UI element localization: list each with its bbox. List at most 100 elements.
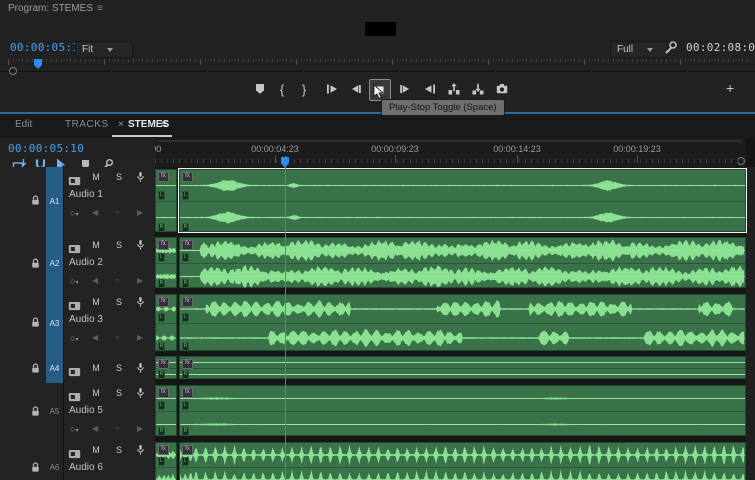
timeline-playhead-head[interactable] — [280, 156, 291, 169]
mute-button[interactable]: M — [90, 445, 102, 455]
prev-keyframe-button[interactable]: ◀ — [92, 276, 98, 285]
ruler-tick — [109, 59, 110, 62]
solo-button[interactable]: S — [113, 363, 125, 373]
mute-button[interactable]: M — [90, 363, 102, 373]
track-lock-icon[interactable] — [29, 405, 42, 423]
add-keyframe-button[interactable]: ○ — [115, 424, 120, 433]
solo-button[interactable]: S — [113, 297, 125, 307]
add-keyframe-button[interactable]: ○ — [115, 276, 120, 285]
add-keyframe-button[interactable]: ○ — [115, 333, 120, 342]
mute-button[interactable]: M — [90, 240, 102, 250]
audio-clip[interactable]: LRfx — [155, 385, 177, 436]
track-target-a3[interactable]: A3 — [46, 292, 64, 354]
solo-button[interactable]: S — [113, 445, 125, 455]
program-scrubber[interactable] — [0, 58, 755, 72]
next-keyframe-button[interactable]: ▶ — [137, 208, 143, 217]
track-lock-icon[interactable] — [29, 461, 42, 479]
audio-clip[interactable]: LRfx — [155, 356, 177, 379]
prev-keyframe-button[interactable]: ◀ — [92, 424, 98, 433]
track-lane-a4[interactable]: LRfxLRfx — [155, 354, 746, 383]
source-patch-icon[interactable] — [68, 364, 81, 382]
audio-clip[interactable]: LRfx — [155, 442, 177, 480]
timeline-timecode[interactable]: 00:00:05:10 — [8, 142, 84, 155]
playback-resolution-select[interactable]: Full — [610, 41, 668, 58]
solo-button[interactable]: S — [113, 172, 125, 182]
tab-menu-icon[interactable]: ≡ — [161, 119, 167, 130]
panel-menu-icon[interactable]: ≡ — [97, 3, 103, 14]
step-back-button[interactable] — [346, 79, 366, 99]
lift-button[interactable] — [444, 79, 464, 99]
track-target-a6[interactable]: A6 — [46, 440, 64, 480]
program-settings-wrench-icon[interactable] — [663, 40, 678, 60]
scrollbar-handle[interactable] — [9, 67, 17, 75]
keyframe-type-button[interactable]: ○▾ — [70, 424, 78, 434]
voiceover-mic-icon[interactable] — [135, 444, 146, 462]
audio-clip[interactable]: LRfx — [179, 169, 746, 232]
audio-clip[interactable]: LRfx — [155, 169, 177, 232]
next-keyframe-button[interactable]: ▶ — [137, 276, 143, 285]
mute-button[interactable]: M — [90, 297, 102, 307]
track-lane-a3[interactable]: LRfxLRfx — [155, 292, 746, 354]
tab-close-icon[interactable]: × — [118, 119, 124, 130]
track-target-a4[interactable]: A4 — [46, 354, 64, 383]
next-keyframe-button[interactable]: ▶ — [137, 424, 143, 433]
add-keyframe-button[interactable]: ○ — [115, 208, 120, 217]
zoom-level-select[interactable]: Fit — [75, 41, 133, 58]
voiceover-mic-icon[interactable] — [135, 239, 146, 257]
ruler-tick — [373, 59, 374, 62]
track-target-a5[interactable]: A5 — [46, 383, 64, 440]
go-to-in-button[interactable] — [322, 79, 342, 99]
go-to-out-button[interactable] — [420, 79, 440, 99]
track-name[interactable]: Audio 6 — [69, 462, 103, 473]
solo-button[interactable]: S — [113, 388, 125, 398]
track-lock-icon[interactable] — [29, 194, 42, 212]
voiceover-mic-icon[interactable] — [135, 296, 146, 314]
audio-clip[interactable]: LRfx — [155, 294, 177, 351]
step-forward-button[interactable] — [395, 79, 415, 99]
mark-out-button[interactable]: } — [294, 79, 314, 99]
program-scrollbar[interactable] — [0, 71, 755, 72]
track-lane-a6[interactable]: LRfxLRfx — [155, 440, 746, 480]
horizontal-scrollbar[interactable] — [157, 140, 742, 142]
track-name[interactable]: Audio 1 — [69, 189, 103, 200]
track-lock-icon[interactable] — [29, 316, 42, 334]
track-target-a2[interactable]: A2 — [46, 235, 64, 292]
add-marker-button[interactable] — [250, 79, 270, 99]
voiceover-mic-icon[interactable] — [135, 362, 146, 380]
mute-button[interactable]: M — [90, 172, 102, 182]
audio-clip[interactable]: LRfx — [179, 237, 746, 288]
tab-tracks[interactable]: TRACKS — [65, 119, 109, 130]
keyframe-type-button[interactable]: ○▾ — [70, 276, 78, 286]
solo-button[interactable]: S — [113, 240, 125, 250]
track-name[interactable]: Audio 2 — [69, 257, 103, 268]
keyframe-type-button[interactable]: ○▾ — [70, 333, 78, 343]
track-target-a1[interactable]: A1 — [46, 167, 64, 235]
audio-clip[interactable]: LRfx — [179, 442, 746, 480]
track-name[interactable]: Audio 3 — [69, 314, 103, 325]
track-lock-icon[interactable] — [29, 257, 42, 275]
track-lane-a2[interactable]: LRfxLRfx — [155, 235, 746, 292]
extract-button[interactable] — [468, 79, 488, 99]
track-lane-a5[interactable]: LRfxLRfx — [155, 383, 746, 440]
next-keyframe-button[interactable]: ▶ — [137, 333, 143, 342]
prev-keyframe-button[interactable]: ◀ — [92, 333, 98, 342]
tab-edit[interactable]: Edit — [15, 119, 32, 130]
timeline-playhead-line[interactable] — [285, 156, 286, 480]
mute-button[interactable]: M — [90, 388, 102, 398]
program-playhead[interactable] — [33, 58, 44, 70]
timeline-ruler[interactable]: 00:0000:00:04:2300:00:09:2300:00:14:2300… — [155, 138, 746, 167]
track-name[interactable]: Audio 5 — [69, 405, 103, 416]
audio-clip[interactable]: LRfx — [179, 356, 746, 379]
track-lock-icon[interactable] — [29, 362, 42, 380]
keyframe-type-button[interactable]: ○▾ — [70, 208, 78, 218]
mark-in-button[interactable]: { — [272, 79, 292, 99]
track-lane-a1[interactable]: LRfxLRfx — [155, 167, 746, 235]
audio-clip[interactable]: LRfx — [179, 294, 746, 351]
audio-clip[interactable]: LRfx — [155, 237, 177, 288]
export-frame-button[interactable] — [492, 79, 512, 99]
button-editor-plus-button[interactable]: + — [726, 80, 734, 96]
audio-clip[interactable]: LRfx — [179, 385, 746, 436]
prev-keyframe-button[interactable]: ◀ — [92, 208, 98, 217]
voiceover-mic-icon[interactable] — [135, 387, 146, 405]
voiceover-mic-icon[interactable] — [135, 171, 146, 189]
